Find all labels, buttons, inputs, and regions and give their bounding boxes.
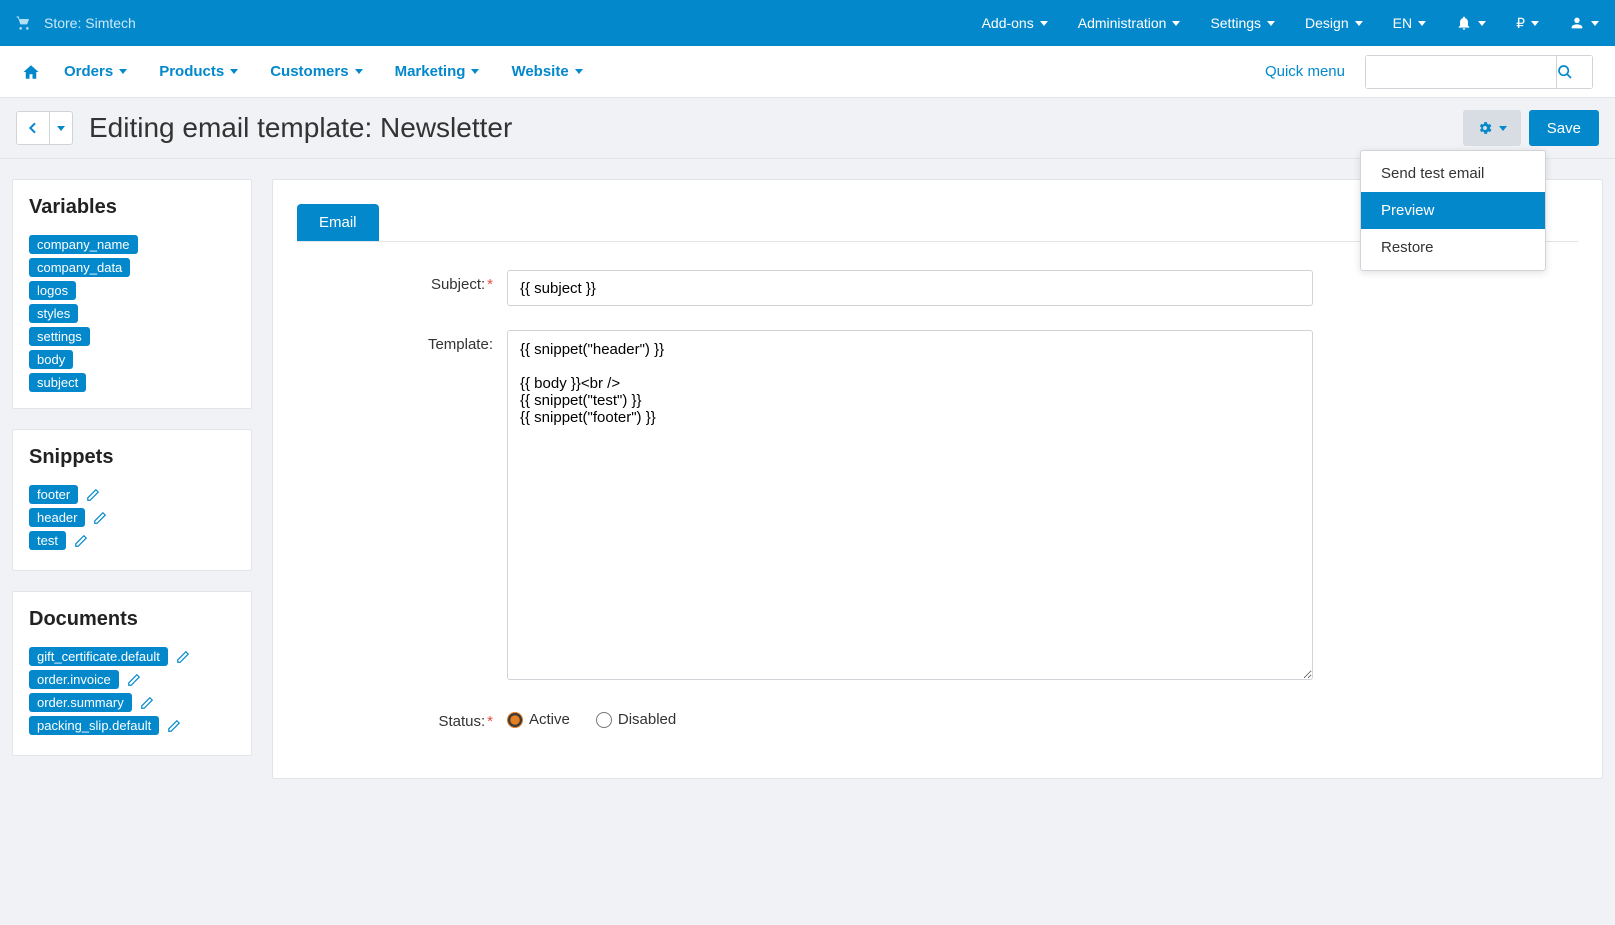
edit-icon[interactable] — [86, 488, 100, 502]
topbar-notifications[interactable] — [1456, 15, 1486, 31]
caret-down-icon — [1172, 21, 1180, 26]
back-dropdown-button[interactable] — [49, 111, 73, 145]
snippet-tag[interactable]: header — [29, 508, 85, 527]
document-tag[interactable]: packing_slip.default — [29, 716, 159, 735]
edit-icon[interactable] — [140, 696, 154, 710]
subject-label: Subject:* — [297, 270, 507, 293]
tab-email[interactable]: Email — [297, 204, 379, 241]
variable-tag[interactable]: company_data — [29, 258, 130, 277]
gear-menu-button[interactable] — [1463, 110, 1521, 146]
topbar-settings[interactable]: Settings — [1210, 15, 1275, 31]
variable-tag[interactable]: body — [29, 350, 73, 369]
dropdown-send-test-email[interactable]: Send test email — [1361, 155, 1545, 192]
topbar-addons[interactable]: Add-ons — [982, 15, 1048, 31]
page-title: Editing email template: Newsletter — [89, 112, 512, 144]
caret-down-icon — [1478, 21, 1486, 26]
caret-down-icon — [1040, 21, 1048, 26]
subject-input[interactable] — [507, 270, 1313, 306]
edit-icon[interactable] — [176, 650, 190, 664]
sidebar: Variables company_name company_datalogos s… — [12, 179, 252, 756]
save-button[interactable]: Save — [1529, 110, 1599, 146]
document-tag[interactable]: order.invoice — [29, 670, 119, 689]
snippet-tag[interactable]: footer — [29, 485, 78, 504]
caret-down-icon — [1267, 21, 1275, 26]
cart-icon — [16, 15, 32, 31]
status-disabled[interactable]: Disabled — [596, 711, 676, 728]
documents-panel: Documents gift_certificate.default order.… — [12, 591, 252, 756]
search-box — [1365, 55, 1593, 89]
edit-icon[interactable] — [127, 673, 141, 687]
topbar: Store: Simtech Add-ons Administration Se… — [0, 0, 1615, 46]
dropdown-preview[interactable]: Preview — [1361, 192, 1545, 229]
quick-menu[interactable]: Quick menu — [1265, 63, 1345, 80]
snippets-panel: Snippets footer header test — [12, 429, 252, 571]
edit-icon[interactable] — [93, 511, 107, 525]
topbar-design[interactable]: Design — [1305, 15, 1363, 31]
caret-down-icon — [1531, 21, 1539, 26]
documents-title: Documents — [29, 608, 235, 631]
snippets-title: Snippets — [29, 446, 235, 469]
topbar-language[interactable]: EN — [1393, 15, 1426, 31]
search-input[interactable] — [1366, 56, 1556, 88]
document-tag[interactable]: gift_certificate.default — [29, 647, 168, 666]
menu-website[interactable]: Website — [511, 63, 582, 80]
variable-tag[interactable]: subject — [29, 373, 86, 392]
caret-down-icon — [1355, 21, 1363, 26]
menu-orders[interactable]: Orders — [64, 63, 127, 80]
variable-tag[interactable]: styles — [29, 304, 78, 323]
edit-icon[interactable] — [167, 719, 181, 733]
caret-down-icon — [1591, 21, 1599, 26]
menu-products[interactable]: Products — [159, 63, 238, 80]
edit-icon[interactable] — [74, 534, 88, 548]
status-active[interactable]: Active — [507, 711, 570, 728]
gear-dropdown: Send test email Preview Restore — [1360, 150, 1546, 271]
search-button[interactable] — [1556, 56, 1592, 88]
variables-title: Variables — [29, 196, 235, 219]
variable-tag[interactable]: settings — [29, 327, 90, 346]
home-icon[interactable] — [22, 63, 40, 81]
back-button[interactable] — [16, 111, 50, 145]
topbar-user[interactable] — [1569, 15, 1599, 31]
variable-tag[interactable]: company_name — [29, 235, 138, 254]
template-textarea[interactable] — [507, 330, 1313, 680]
menu-customers[interactable]: Customers — [270, 63, 362, 80]
topbar-currency[interactable]: ₽ — [1516, 15, 1539, 32]
snippet-tag[interactable]: test — [29, 531, 66, 550]
variable-tag[interactable]: logos — [29, 281, 76, 300]
titlebar: Editing email template: Newsletter Save … — [0, 98, 1615, 159]
variables-panel: Variables company_name company_datalogos s… — [12, 179, 252, 409]
template-label: Template: — [297, 330, 507, 353]
status-label: Status:* — [297, 707, 507, 730]
menu-marketing[interactable]: Marketing — [395, 63, 480, 80]
document-tag[interactable]: order.summary — [29, 693, 132, 712]
dropdown-restore[interactable]: Restore — [1361, 229, 1545, 266]
store-label[interactable]: Store: Simtech — [44, 15, 136, 31]
topbar-administration[interactable]: Administration — [1078, 15, 1181, 31]
caret-down-icon — [1418, 21, 1426, 26]
menubar: Orders Products Customers Marketing Webs… — [0, 46, 1615, 98]
